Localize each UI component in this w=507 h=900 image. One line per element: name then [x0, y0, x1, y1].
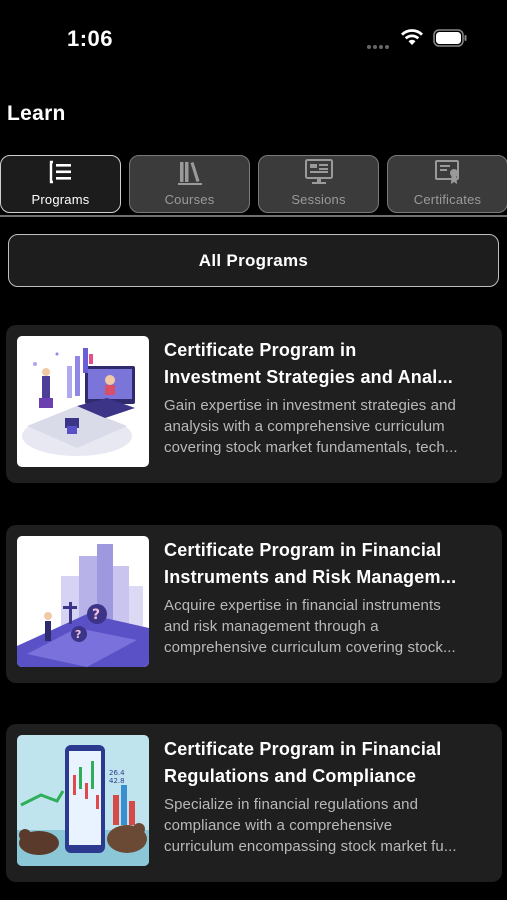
battery-icon	[433, 29, 467, 47]
program-title-line: Certificate Program in	[164, 340, 357, 360]
svg-text:?: ?	[92, 607, 100, 623]
program-thumbnail: 26.4 42.8	[17, 735, 149, 866]
cellular-signal-icon	[367, 36, 393, 49]
risk-management-illustration: ? ?	[17, 536, 149, 667]
investment-illustration	[17, 336, 149, 467]
tab-label: Courses	[164, 192, 215, 207]
status-bar: 1:06	[0, 0, 507, 80]
page-title: Learn	[7, 102, 66, 125]
program-title: Certificate Program in Investment Strate…	[164, 337, 492, 391]
program-description: Acquire expertise in financial instrumen…	[164, 595, 492, 658]
tab-label: Certificates	[413, 192, 482, 207]
program-title-line: Investment Strategies and Anal...	[164, 367, 454, 387]
program-title-line: Instruments and Risk Managem...	[164, 567, 457, 587]
svg-text:26.4: 26.4	[109, 769, 125, 777]
program-description-line: compliance with a comprehensive	[164, 817, 393, 834]
tab-certificates[interactable]: Certificates	[387, 155, 507, 213]
tab-divider	[0, 215, 507, 217]
program-title: Certificate Program in Financial Regulat…	[164, 736, 492, 790]
program-description-line: analysis with a comprehensive curriculum	[164, 418, 445, 435]
tab-sessions[interactable]: Sessions	[258, 155, 379, 213]
all-programs-button[interactable]: All Programs	[8, 234, 499, 287]
tab-label: Programs	[31, 192, 90, 207]
program-card[interactable]: ? ? Certificate Program in Financial Ins…	[6, 525, 502, 683]
tab-programs[interactable]: Programs	[0, 155, 121, 213]
program-description-line: Acquire expertise in financial instrumen…	[164, 597, 441, 614]
program-description-line: covering stock market fundamentals, tech…	[164, 439, 458, 456]
program-description-line: Gain expertise in investment strategies …	[164, 397, 456, 414]
program-thumbnail: ? ?	[17, 536, 149, 667]
svg-text:42.8: 42.8	[109, 777, 125, 785]
certificate-icon	[434, 160, 459, 184]
program-title: Certificate Program in Financial Instrum…	[164, 537, 492, 591]
books-icon	[177, 162, 202, 185]
monitor-icon	[304, 159, 333, 184]
program-title-line: Regulations and Compliance	[164, 766, 417, 786]
program-description-line: Specialize in financial regulations and	[164, 796, 419, 813]
status-time: 1:06	[67, 26, 114, 51]
tab-courses[interactable]: Courses	[129, 155, 250, 213]
program-card[interactable]: Certificate Program in Investment Strate…	[6, 325, 502, 483]
program-title-line: Certificate Program in Financial	[164, 540, 442, 560]
program-description: Gain expertise in investment strategies …	[164, 395, 492, 458]
list-icon	[49, 160, 71, 184]
tab-bar: Programs Courses Sessions Certificates	[0, 155, 507, 213]
program-card[interactable]: 26.4 42.8 Certificate Program in Financi…	[6, 724, 502, 882]
program-title-line: Certificate Program in Financial	[164, 739, 442, 759]
program-description-line: comprehensive curriculum covering stock.…	[164, 639, 456, 656]
program-description-line: curriculum encompassing stock market fu.…	[164, 838, 457, 855]
wifi-icon	[401, 29, 423, 45]
program-thumbnail	[17, 336, 149, 467]
stock-market-illustration: 26.4 42.8	[17, 735, 149, 866]
program-description-line: and risk management through a	[164, 618, 379, 635]
tab-label: Sessions	[291, 192, 346, 207]
svg-text:?: ?	[75, 628, 81, 641]
program-description: Specialize in financial regulations and …	[164, 794, 492, 857]
